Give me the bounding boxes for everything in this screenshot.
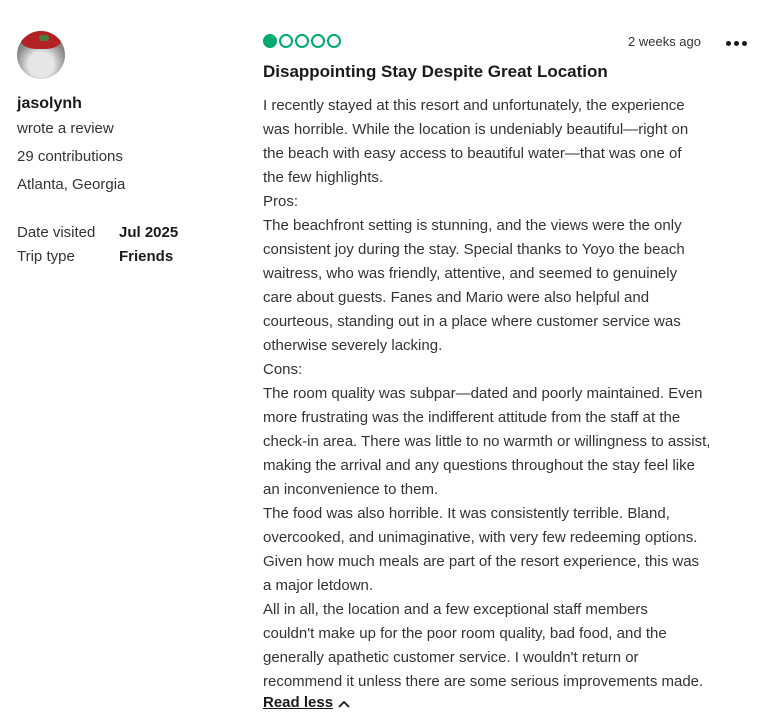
avatar-hat-detail (39, 35, 49, 41)
ellipsis-dot (733, 40, 739, 46)
trip-type-label: Trip type (17, 248, 75, 265)
review-line: making the arrival and any questions thr… (263, 457, 695, 474)
trip-type-value: Friends (119, 248, 174, 265)
date-visited-value: Jul 2025 (119, 224, 179, 241)
review-line: The beachfront setting is stunning, and … (263, 217, 682, 234)
review-line: Given how much meals are part of the res… (263, 553, 700, 570)
rating-bubble-empty (295, 34, 309, 48)
date-visited-label: Date visited (17, 224, 96, 241)
ellipsis-dot (741, 40, 747, 46)
review-line: Pros: (263, 193, 299, 210)
review-title: Disappointing Stay Despite Great Locatio… (263, 62, 608, 81)
chevron-up-icon[interactable] (338, 698, 350, 710)
more-options-button[interactable] (722, 34, 750, 52)
review-line: The room quality was subpar—dated and po… (263, 385, 703, 402)
review-line: an inconvenience to them. (263, 481, 439, 498)
review-line: a major letdown. (263, 577, 374, 594)
review-line: overcooked, and unimaginative, with very… (263, 529, 698, 546)
rating-bubble-empty (279, 34, 293, 48)
review-line: courteous, standing out in a place where… (263, 313, 681, 330)
review-date: 2 weeks ago (628, 34, 701, 49)
review-line: check-in area. There was little to no wa… (263, 433, 711, 450)
rating-bubbles (263, 34, 341, 48)
author-action: wrote a review (17, 120, 114, 137)
review-line: care about guests. Fanes and Mario were … (263, 289, 650, 306)
author-name[interactable]: jasolynh (17, 95, 82, 113)
review-line: was horrible. While the location is unde… (263, 121, 689, 138)
review-line: consistent joy during the stay. Special … (263, 241, 685, 258)
avatar[interactable] (17, 31, 65, 79)
review-body: I recently stayed at this resort and unf… (263, 94, 753, 694)
review-line: otherwise severely lacking. (263, 337, 443, 354)
review-line: the beach with easy access to beautiful … (263, 145, 682, 162)
rating-bubble-empty (327, 34, 341, 48)
review-line: I recently stayed at this resort and unf… (263, 97, 685, 114)
review-line: Cons: (263, 361, 303, 378)
review-line: waitress, who was friendly, attentive, a… (263, 265, 678, 282)
rating-bubble-filled (263, 34, 277, 48)
rating-bubble-empty (311, 34, 325, 48)
ellipsis-icon (725, 40, 731, 46)
review-line: recommend it unless there are some serio… (263, 673, 704, 690)
review-line: All in all, the location and a few excep… (263, 601, 648, 618)
review-line: the few highlights. (263, 169, 384, 186)
review-line: The food was also horrible. It was consi… (263, 505, 670, 522)
author-contributions: 29 contributions (17, 148, 123, 165)
review-line: more frustrating was the indifferent att… (263, 409, 681, 426)
author-location: Atlanta, Georgia (17, 176, 126, 193)
review-line: generally apathetic customer service. I … (263, 649, 639, 666)
review-line: couldn't make up for the poor room quali… (263, 625, 667, 642)
read-less-link[interactable]: Read less (263, 694, 333, 711)
